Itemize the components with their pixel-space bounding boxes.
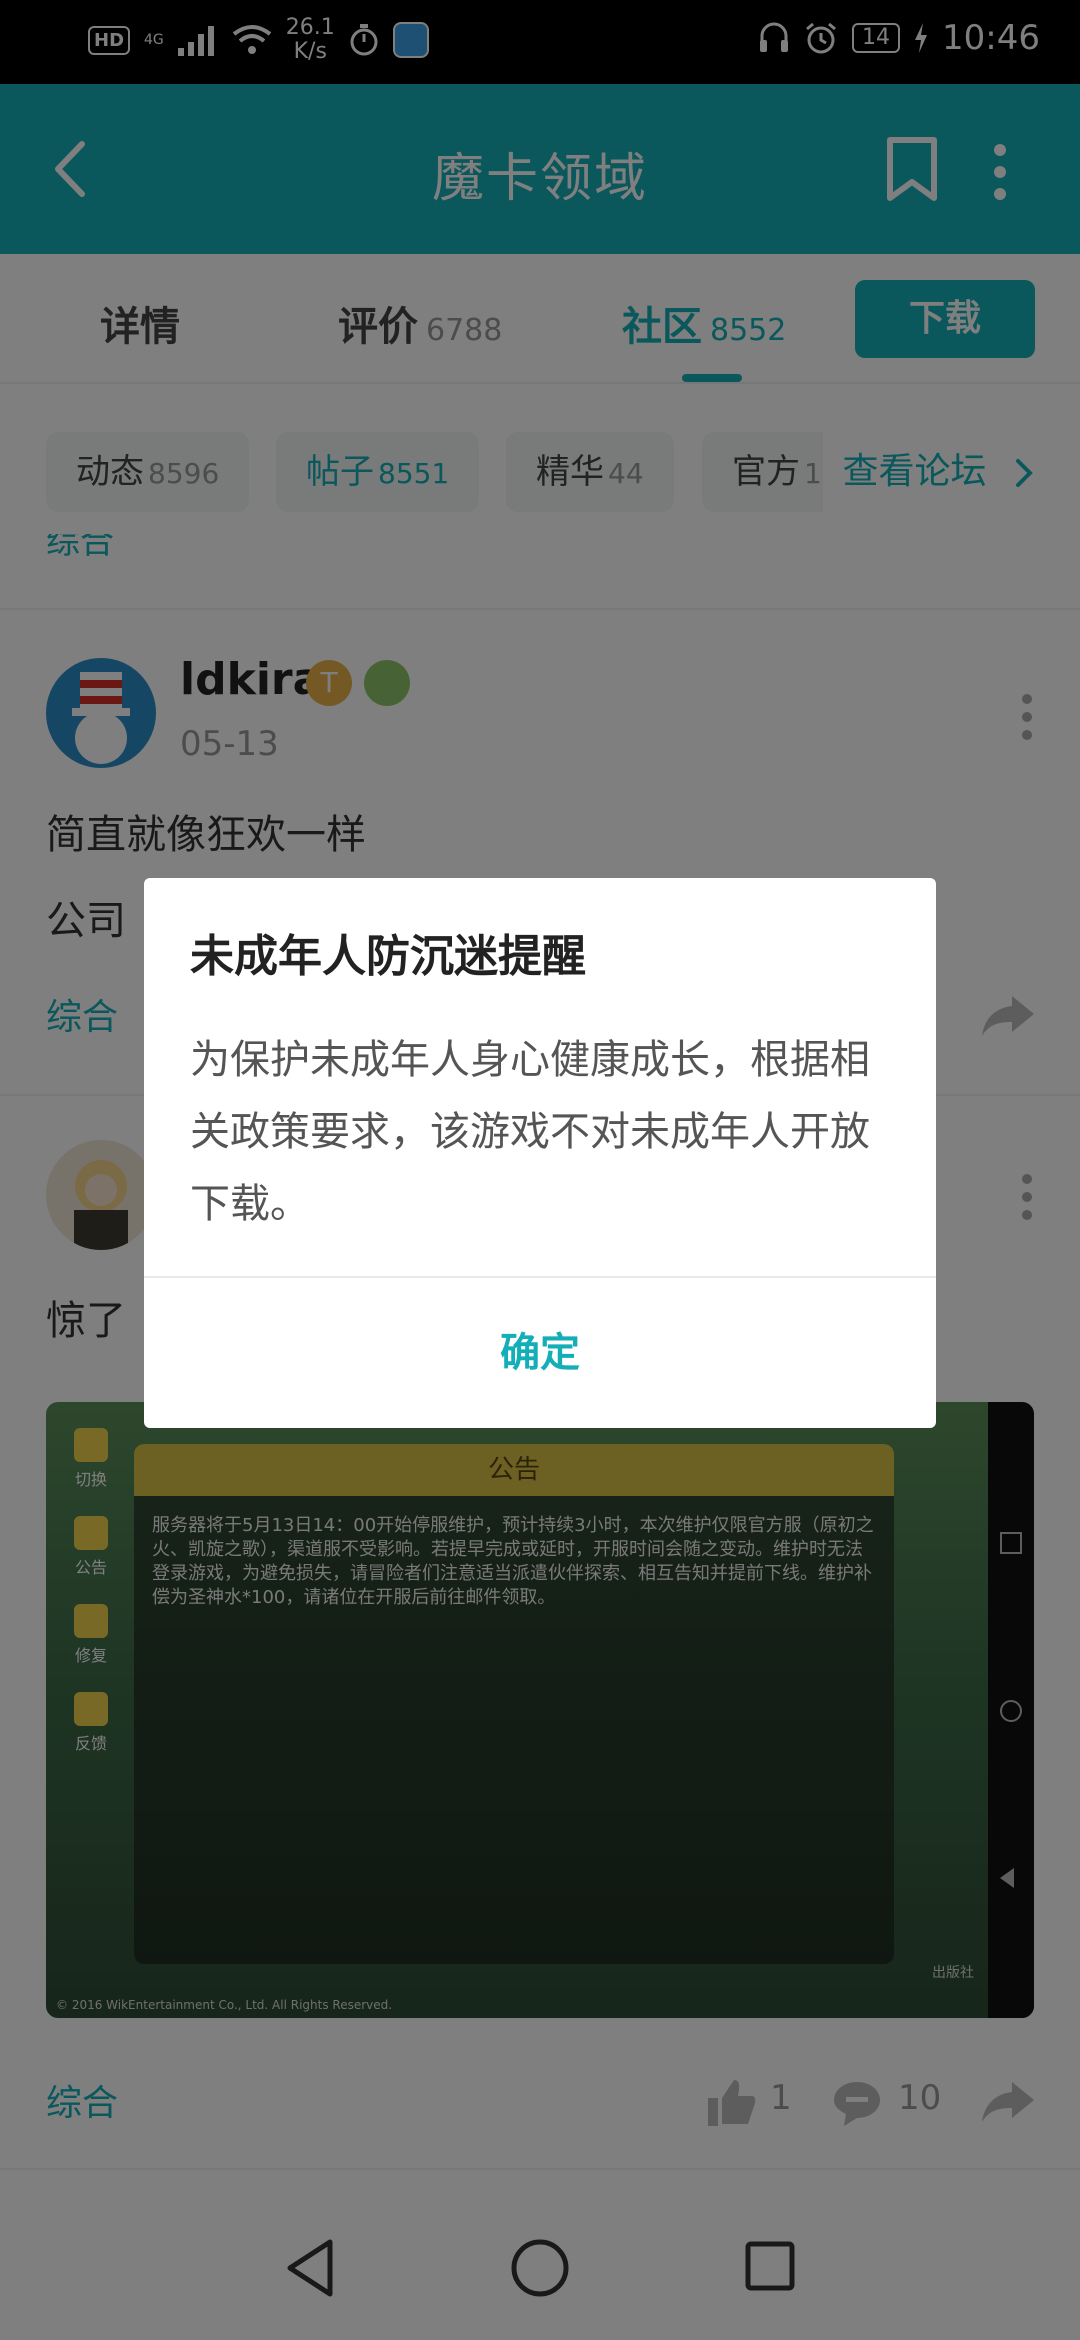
dialog-title: 未成年人防沉迷提醒 [190, 931, 586, 982]
dialog-message: 为保护未成年人身心健康成长，根据相关政策要求，该游戏不对未成年人开放下载。 [190, 1037, 870, 1227]
anti-addiction-dialog: 未成年人防沉迷提醒 为保护未成年人身心健康成长，根据相关政策要求，该游戏不对未成… [144, 878, 936, 1428]
confirm-button[interactable]: 确定 [144, 1278, 936, 1428]
